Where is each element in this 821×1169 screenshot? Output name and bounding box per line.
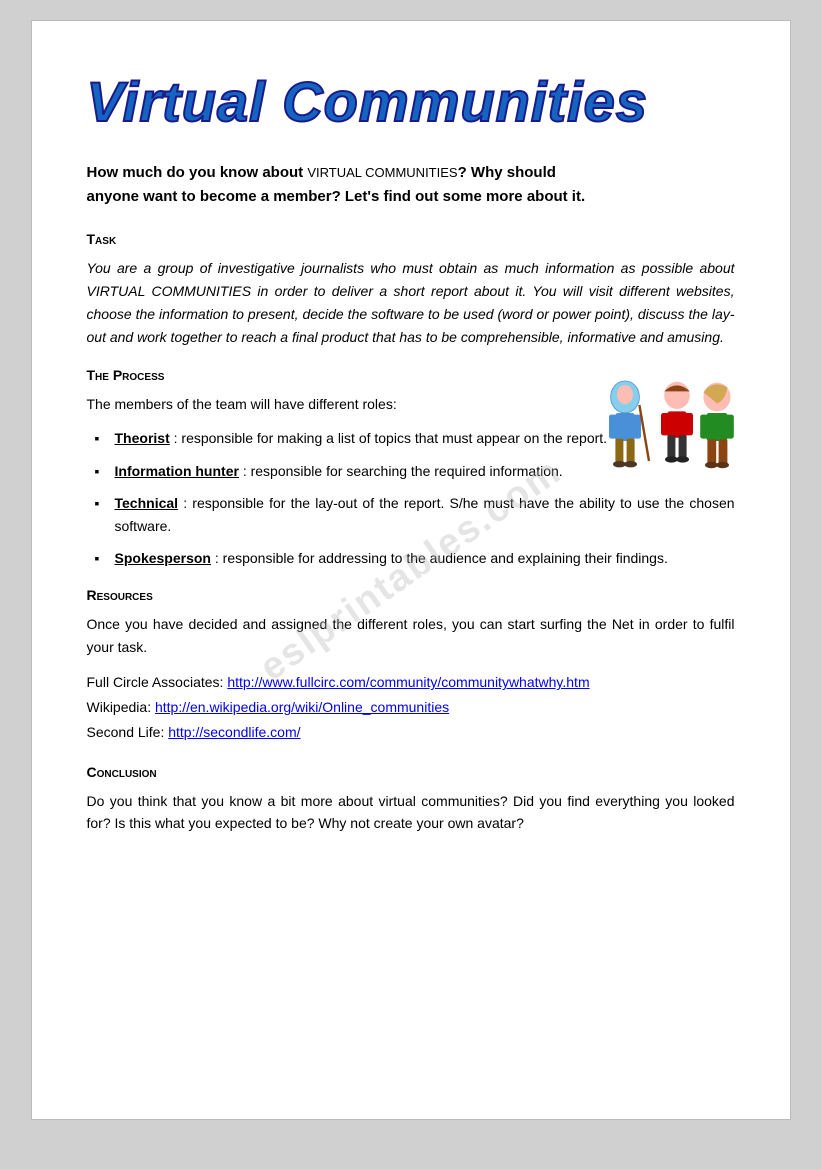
role-hunter-term: Information hunter [115, 463, 239, 479]
intro-question1: ? Why [458, 164, 507, 181]
fullcirc-label: Full Circle Associates: [87, 674, 228, 690]
link-item-wikipedia: Wikipedia: http://en.wikipedia.org/wiki/… [87, 695, 735, 720]
title-block: Virtual Communities [87, 71, 735, 133]
intro-should: should [507, 164, 556, 181]
conclusion-section: Conclusion Do you think that you know a … [87, 764, 735, 835]
secondlife-label: Second Life: [87, 724, 169, 740]
resources-section: Resources Once you have decided and assi… [87, 587, 735, 745]
link-item-secondlife: Second Life: http://secondlife.com/ [87, 720, 735, 745]
resources-heading: Resources [87, 587, 735, 603]
fullcirc-link[interactable]: http://www.fullcirc.com/community/commun… [227, 674, 589, 690]
role-theorist-desc: : responsible for making a list of topic… [174, 430, 607, 446]
intro-text-bold: How much do you know [87, 164, 263, 181]
task-heading: Task [87, 231, 735, 247]
wikipedia-label: Wikipedia: [87, 699, 155, 715]
role-spokesperson-desc: : responsible for addressing to the audi… [215, 550, 668, 566]
wikipedia-link[interactable]: http://en.wikipedia.org/wiki/Online_comm… [155, 699, 449, 715]
page-title: Virtual Communities [87, 71, 648, 133]
resources-links: Full Circle Associates: http://www.fullc… [87, 670, 735, 746]
role-theorist-term: Theorist [115, 430, 170, 446]
roles-list: Theorist : responsible for making a list… [87, 427, 735, 569]
resources-body: Once you have decided and assigned the d… [87, 613, 735, 658]
role-technical-desc: : responsible for the lay-out of the rep… [115, 495, 735, 533]
role-technical-term: Technical [115, 495, 179, 511]
role-spokesperson-term: Spokesperson [115, 550, 211, 566]
role-hunter-desc: : responsible for searching the required… [243, 463, 563, 479]
intro-virtual-communities: VIRTUAL COMMUNITIES [307, 165, 457, 180]
intro-line2: anyone want to become a member? Let's fi… [87, 188, 586, 205]
conclusion-heading: Conclusion [87, 764, 735, 780]
list-item: Theorist : responsible for making a list… [105, 427, 735, 449]
process-section: The Process [87, 367, 735, 569]
task-section: Task You are a group of investigative jo… [87, 231, 735, 349]
intro-paragraph: How much do you know about VIRTUAL COMMU… [87, 161, 735, 209]
link-item-fullcirc: Full Circle Associates: http://www.fullc… [87, 670, 735, 695]
page: eslprintables.com Virtual Communities Ho… [31, 20, 791, 1120]
list-item: Spokesperson : responsible for addressin… [105, 547, 735, 569]
list-item: Information hunter : responsible for sea… [105, 460, 735, 482]
task-body: You are a group of investigative journal… [87, 257, 735, 349]
intro-about: about [262, 164, 307, 181]
conclusion-body: Do you think that you know a bit more ab… [87, 790, 735, 835]
secondlife-link[interactable]: http://secondlife.com/ [168, 724, 300, 740]
list-item: Technical : responsible for the lay-out … [105, 492, 735, 537]
